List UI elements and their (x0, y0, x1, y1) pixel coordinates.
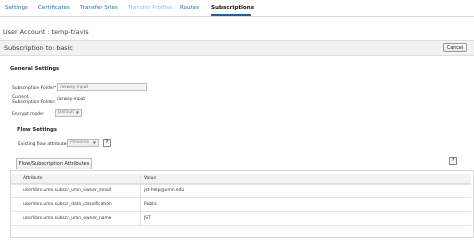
column-header-value: Value (144, 176, 157, 181)
cancel-button[interactable]: Cancel (443, 43, 467, 52)
user-account-label: User Account : temp-travis (3, 28, 89, 36)
nav-divider (0, 16, 474, 17)
subscription-folder-field[interactable]: /asway-input (57, 83, 147, 91)
encrypt-mode-select[interactable]: Default ▼ (55, 109, 82, 117)
top-nav: Settings Certificates Transfer Sites Tra… (0, 0, 474, 18)
current-folder-label: Current Subscription Folder: (12, 95, 56, 105)
existing-flow-select[interactable]: Preserve ▼ (67, 139, 99, 147)
tab-transfer-sites[interactable]: Transfer Sites (80, 5, 118, 11)
flow-settings-heading: Flow Settings (17, 127, 57, 133)
existing-flow-value: Preserve (70, 140, 90, 145)
row-divider (11, 184, 471, 185)
subscription-header: Subscription to: basic Cancel (0, 40, 474, 56)
tab-transfer-profiles: Transfer Profiles (128, 5, 173, 11)
row-divider (11, 197, 471, 198)
chevron-down-icon: ▼ (92, 140, 96, 145)
tab-settings[interactable]: Settings (5, 5, 28, 11)
current-folder-value: /asway-input (57, 97, 86, 102)
table-row-value: Public (144, 202, 157, 207)
table-row-value: jst-help@umn.edu (144, 188, 185, 193)
help-icon[interactable]: ? (449, 157, 457, 165)
table-row-attribute: userVars.umn.subscr_umn_owner_name (23, 216, 112, 221)
existing-flow-label: Existing flow attributes: (18, 142, 71, 147)
tab-subscriptions[interactable]: Subscriptions (211, 5, 254, 11)
tab-flow-subscription-attributes[interactable]: Flow/Subscription Attributes (16, 158, 92, 169)
encrypt-mode-label: Encrypt mode: (12, 112, 45, 117)
encrypt-mode-value: Default (58, 110, 75, 115)
column-divider (140, 174, 141, 226)
row-divider (11, 211, 471, 212)
table-row-attribute: userVars.umn.subscr_umn_owner_email (23, 188, 112, 193)
help-icon[interactable]: ? (103, 139, 111, 147)
table-row-attribute: userVars.umn.subscr_data_classification (23, 202, 112, 207)
tab-certificates[interactable]: Certificates (38, 5, 70, 11)
row-divider (11, 225, 471, 226)
table-row-value: JST (144, 216, 151, 221)
chevron-down-icon: ▼ (75, 110, 79, 115)
column-header-attribute: Attribute (23, 176, 43, 181)
subscription-folder-label: Subscription Folder*: (12, 86, 58, 91)
general-settings-heading: General Settings (10, 66, 60, 72)
subscription-title: Subscription to: basic (4, 44, 73, 52)
table-header: Attribute Value (11, 174, 471, 184)
tab-routes[interactable]: Routes (180, 5, 199, 11)
